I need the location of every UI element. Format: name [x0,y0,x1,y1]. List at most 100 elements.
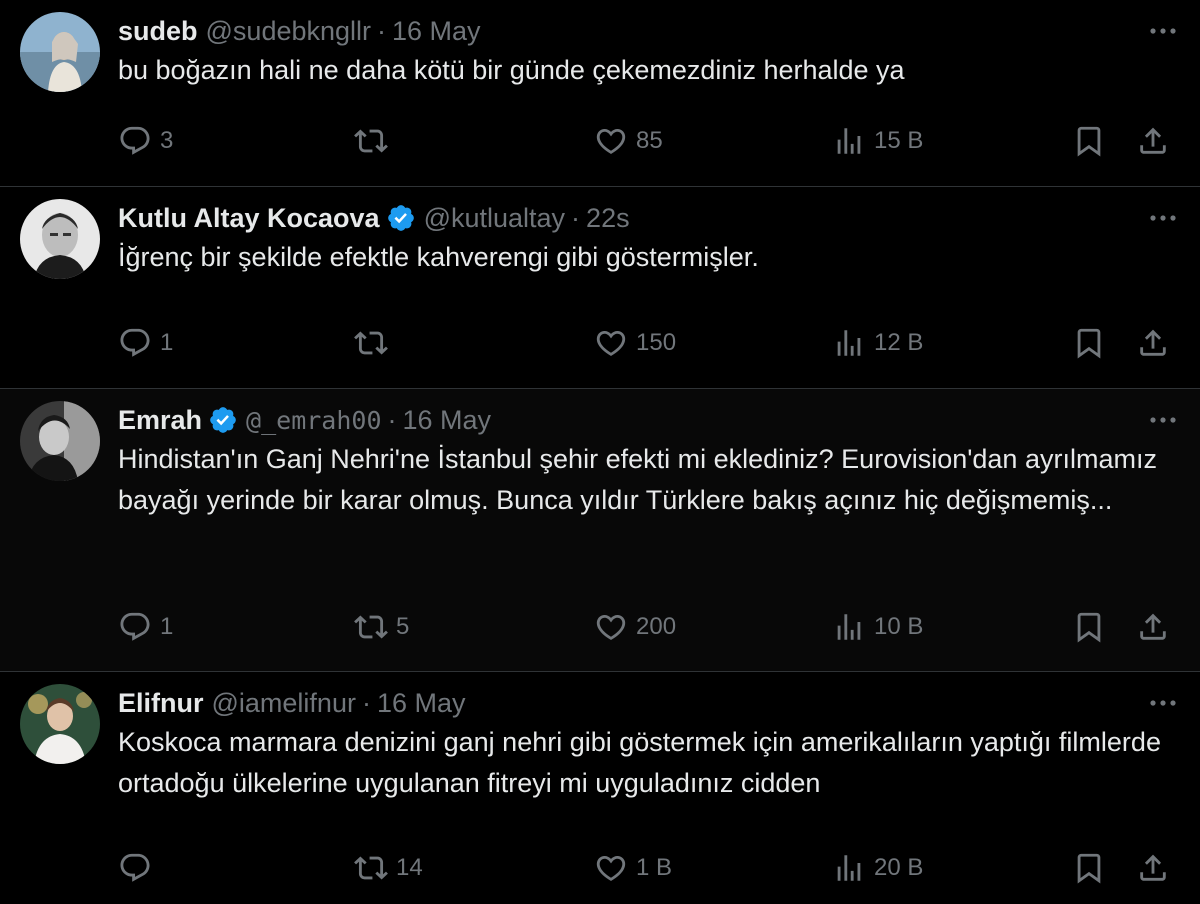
reply-count: 3 [160,127,174,154]
tweet[interactable]: sudeb @sudebkngllr · 16 May bu boğazın h… [0,0,1200,187]
reply-button[interactable] [118,848,160,888]
view-count: 20 B [874,854,924,881]
like-button[interactable]: 1 B [594,848,672,888]
more-options-icon[interactable] [1146,18,1180,44]
bar-chart-icon [832,326,866,360]
retweet-button[interactable] [354,323,396,363]
avatar[interactable] [20,684,100,764]
bar-chart-icon [832,610,866,644]
reply-icon [118,851,152,885]
share-icon [1136,851,1170,885]
tweet-text: Koskoca marmara denizini ganj nehri gibi… [118,727,1161,798]
separator-dot: · [361,687,371,718]
views-button[interactable]: 20 B [832,848,923,888]
share-icon [1136,610,1170,644]
retweet-icon [354,610,388,644]
bar-chart-icon [832,124,866,158]
bookmark-icon [1072,610,1106,644]
retweet-button[interactable] [354,121,396,161]
like-count: 85 [636,127,663,154]
timestamp[interactable]: 16 May [403,405,492,436]
bookmark-icon [1072,851,1106,885]
avatar[interactable] [20,401,100,481]
more-options-icon[interactable] [1146,205,1180,231]
bookmark-button[interactable] [1072,121,1106,161]
timestamp[interactable]: 16 May [377,688,466,719]
bar-chart-icon [832,851,866,885]
separator-dot: · [387,404,397,435]
action-bar: 1 5 200 10 B [118,607,1180,647]
reply-button[interactable]: 1 [118,607,173,647]
retweet-icon [354,326,388,360]
more-options-icon[interactable] [1146,407,1180,433]
like-count: 1 B [636,854,673,881]
author-handle[interactable]: @iamelifnur [212,688,356,719]
view-count: 12 B [874,329,924,356]
tweet-text: Hindistan'ın Ganj Nehri'ne İstanbul şehi… [118,444,1157,515]
avatar[interactable] [20,12,100,92]
tweet[interactable]: Elifnur @iamelifnur · 16 May Koskoca mar… [0,672,1200,904]
share-button[interactable] [1136,121,1170,161]
verified-badge-icon[interactable] [208,405,238,435]
more-options-icon[interactable] [1146,690,1180,716]
timestamp[interactable]: 22s [586,203,630,234]
author-handle[interactable]: @sudebkngllr [206,16,372,47]
reply-count: 1 [160,329,174,356]
reply-count: 1 [160,613,174,640]
author-handle[interactable]: @kutlualtay [424,203,565,234]
retweet-count: 14 [396,854,423,881]
reply-button[interactable]: 1 [118,323,173,363]
bookmark-icon [1072,124,1106,158]
author-handle[interactable]: @_emrah00 [246,406,381,435]
share-button[interactable] [1136,323,1170,363]
share-icon [1136,326,1170,360]
like-button[interactable]: 200 [594,607,676,647]
action-bar: 14 1 B 20 B [118,848,1180,888]
author-name[interactable]: Elifnur [118,688,204,719]
tweet-text: bu boğazın hali ne daha kötü bir günde ç… [118,55,905,85]
views-button[interactable]: 15 B [832,121,923,161]
author-name[interactable]: sudeb [118,16,198,47]
reply-icon [118,124,152,158]
separator-dot: · [377,15,387,46]
tweet[interactable]: Kutlu Altay Kocaova @kutlualtay · 22s İğ… [0,187,1200,389]
view-count: 15 B [874,127,924,154]
bookmark-icon [1072,326,1106,360]
separator-dot: · [571,202,581,233]
bookmark-button[interactable] [1072,323,1106,363]
like-count: 200 [636,613,677,640]
retweet-button[interactable]: 14 [354,848,423,888]
share-button[interactable] [1136,848,1170,888]
view-count: 10 B [874,613,924,640]
bookmark-button[interactable] [1072,848,1106,888]
tweet-text: İğrenç bir şekilde efektle kahverengi gi… [118,242,759,272]
bookmark-button[interactable] [1072,607,1106,647]
views-button[interactable]: 10 B [832,607,923,647]
share-button[interactable] [1136,607,1170,647]
heart-icon [594,326,628,360]
views-button[interactable]: 12 B [832,323,923,363]
heart-icon [594,610,628,644]
verified-badge-icon[interactable] [386,203,416,233]
retweet-count: 5 [396,613,410,640]
retweet-icon [354,124,388,158]
retweet-icon [354,851,388,885]
like-count: 150 [636,329,677,356]
avatar[interactable] [20,199,100,279]
retweet-button[interactable]: 5 [354,607,409,647]
reply-feed: sudeb @sudebkngllr · 16 May bu boğazın h… [0,0,1200,904]
tweet[interactable]: Emrah @_emrah00 · 16 May Hindistan'ın Ga… [0,389,1200,672]
heart-icon [594,124,628,158]
share-icon [1136,124,1170,158]
author-name[interactable]: Emrah [118,405,202,436]
timestamp[interactable]: 16 May [392,16,481,47]
reply-icon [118,610,152,644]
reply-button[interactable]: 3 [118,121,173,161]
action-bar: 3 85 15 B [118,121,1180,161]
like-button[interactable]: 150 [594,323,676,363]
heart-icon [594,851,628,885]
reply-icon [118,326,152,360]
like-button[interactable]: 85 [594,121,663,161]
action-bar: 1 150 12 B [118,323,1180,363]
author-name[interactable]: Kutlu Altay Kocaova [118,203,380,234]
